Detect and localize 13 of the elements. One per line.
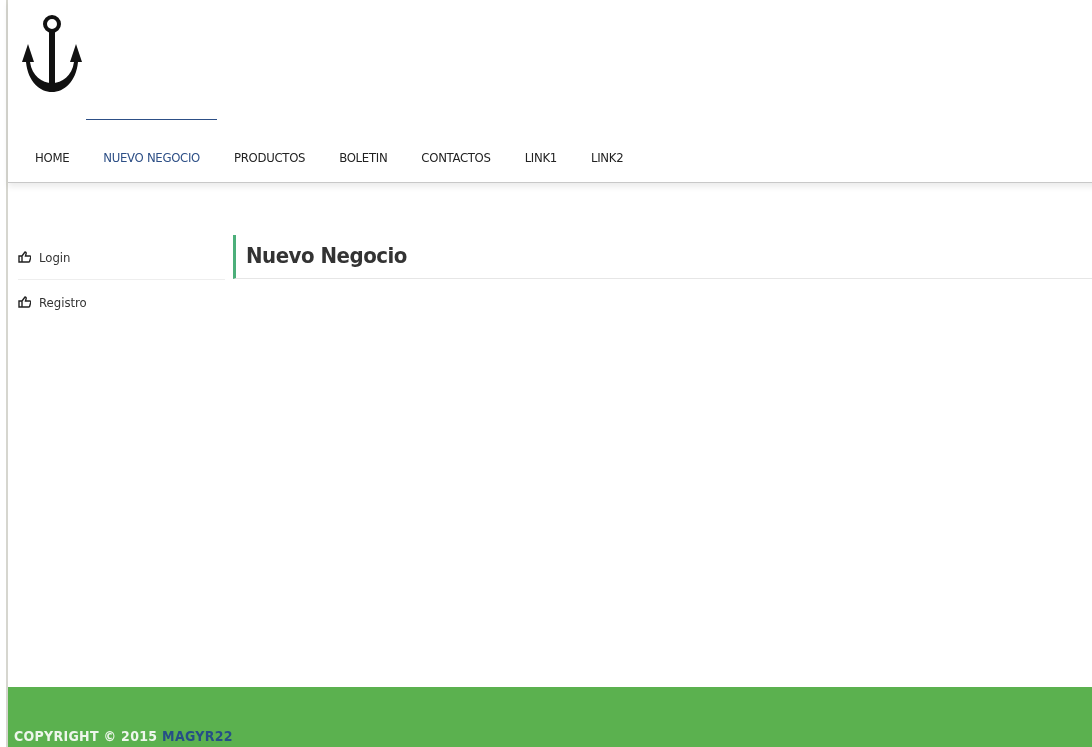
nav-tab[interactable]: LINK1	[507, 119, 574, 182]
copyright-text: COPYRIGHT © 2015 MAGYR22	[14, 728, 233, 744]
hand-pointing-icon	[18, 296, 31, 308]
nav-tab[interactable]: CONTACTOS	[404, 119, 508, 182]
nav-tab[interactable]: NUEVO NEGOCIO	[86, 119, 217, 182]
nav-tab[interactable]: LINK2	[573, 119, 641, 182]
sidebar-link[interactable]: Registro	[39, 294, 87, 310]
nav-tab[interactable]: PRODUCTOS	[217, 119, 323, 182]
hand-pointing-icon	[18, 251, 31, 263]
nav-tab[interactable]: HOME	[18, 119, 87, 182]
page-heading: Nuevo Negocio	[233, 235, 1092, 279]
nav-tab[interactable]: BOLETIN	[322, 119, 405, 182]
sidebar-link[interactable]: Login	[39, 249, 71, 265]
